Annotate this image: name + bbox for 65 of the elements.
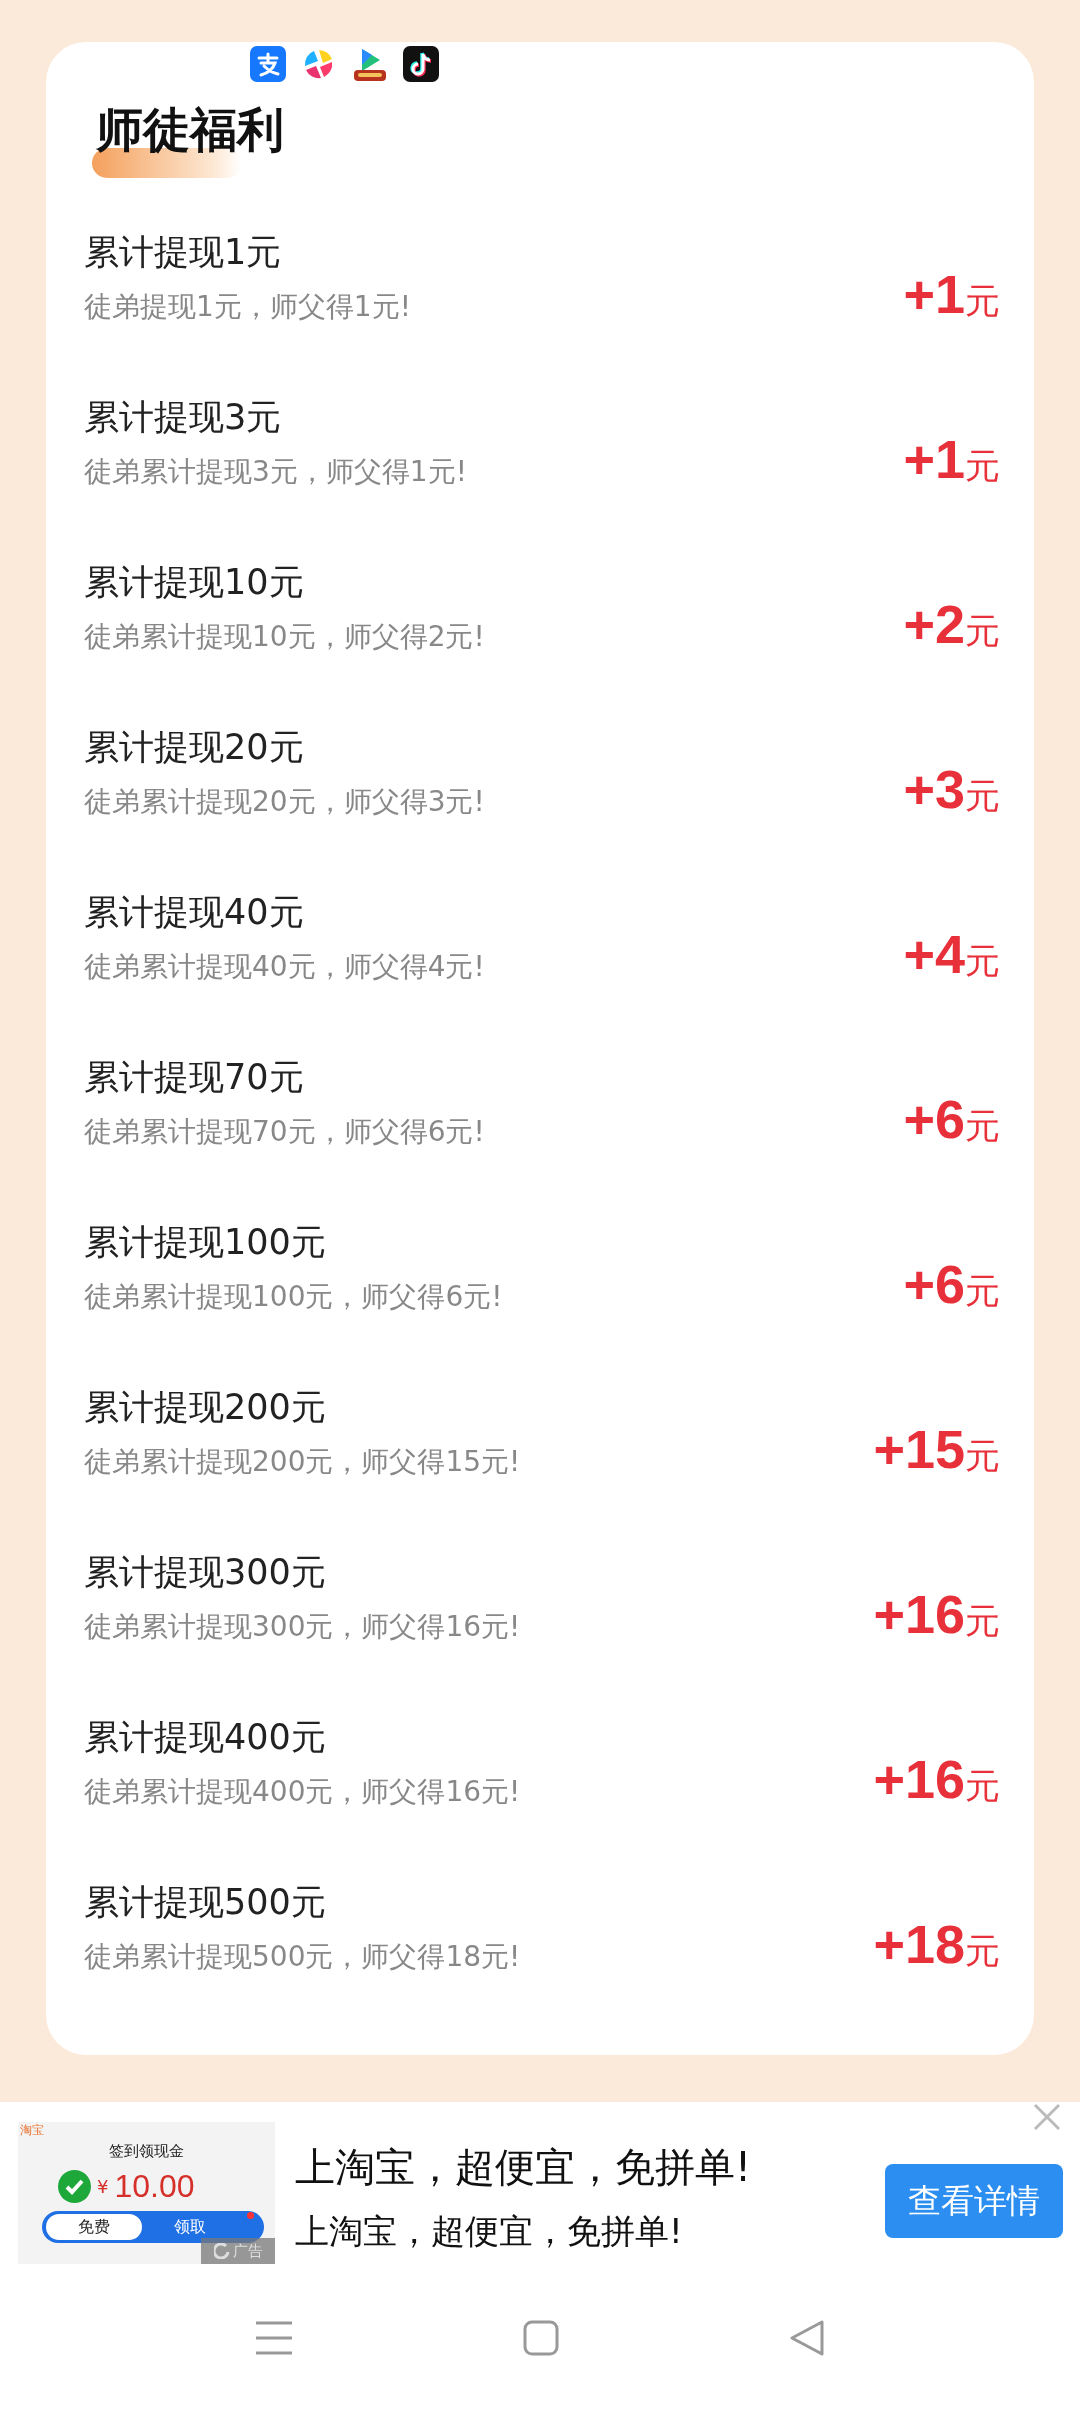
currency-sign: ¥ xyxy=(97,2176,109,2197)
reward-description: 徒弟累计提现10元，师父得2元! xyxy=(84,619,485,656)
currency-unit: 元 xyxy=(965,774,1000,818)
reward-amount: +3 xyxy=(903,757,965,820)
claim-label: 领取 xyxy=(174,2216,206,2238)
reward-description: 徒弟累计提现400元，师父得16元! xyxy=(84,1774,521,1811)
home-icon[interactable] xyxy=(523,2320,559,2356)
reward-title: 累计提现400元 xyxy=(84,1715,326,1759)
menu-icon[interactable] xyxy=(255,2320,293,2356)
cash-amount: 10.00 xyxy=(114,2168,195,2205)
music-note-app-icon xyxy=(403,46,439,82)
reward-description: 徒弟累计提现300元，师父得16元! xyxy=(84,1609,521,1646)
reward-description: 徒弟累计提现40元，师父得4元! xyxy=(84,949,485,986)
reward-amount: +6 xyxy=(903,1252,965,1315)
free-label: 免费 xyxy=(46,2214,142,2240)
reward-amount: +2 xyxy=(903,592,965,655)
ad-tag-label: 广告 xyxy=(232,2241,263,2261)
ad-headline: 上淘宝，超便宜，免拼单! xyxy=(295,2143,752,2192)
currency-unit: 元 xyxy=(965,1269,1000,1313)
reward-title: 累计提现300元 xyxy=(84,1550,326,1594)
ad-subline: 上淘宝，超便宜，免拼单! xyxy=(295,2210,683,2253)
reward-title: 累计提现10元 xyxy=(84,560,304,604)
reward-title: 累计提现1元 xyxy=(84,230,282,274)
section-title: 师徒福利 xyxy=(96,102,284,159)
currency-unit: 元 xyxy=(965,444,1000,488)
reward-title: 累计提现20元 xyxy=(84,725,304,769)
currency-unit: 元 xyxy=(965,1104,1000,1148)
back-icon[interactable] xyxy=(789,2320,825,2356)
reward-amount: +18 xyxy=(873,1912,965,1975)
currency-unit: 元 xyxy=(965,1764,1000,1808)
currency-unit: 元 xyxy=(965,609,1000,653)
currency-unit: 元 xyxy=(965,940,1000,983)
ad-caption: 签到领现金 xyxy=(109,2142,184,2160)
reward-amount: +4 xyxy=(903,922,965,985)
close-icon[interactable] xyxy=(1032,2102,1062,2132)
reward-title: 累计提现40元 xyxy=(84,890,304,934)
check-icon xyxy=(58,2170,91,2203)
reward-title: 累计提现70元 xyxy=(84,1055,304,1099)
wallet-app-icon xyxy=(250,46,286,82)
reward-description: 徒弟提现1元，师父得1元! xyxy=(84,289,411,326)
notification-dot xyxy=(247,2212,254,2219)
reward-description: 徒弟累计提现20元，师父得3元! xyxy=(84,784,485,821)
reward-amount: +15 xyxy=(873,1417,965,1480)
reward-amount: +6 xyxy=(903,1087,965,1150)
reward-description: 徒弟累计提现200元，师父得15元! xyxy=(84,1444,521,1481)
reward-description: 徒弟累计提现3元，师父得1元! xyxy=(84,454,467,491)
reward-amount: +16 xyxy=(873,1582,965,1645)
reward-title: 累计提现500元 xyxy=(84,1880,326,1924)
currency-unit: 元 xyxy=(965,1929,1000,1973)
brand-label: 淘宝 xyxy=(20,2122,44,2139)
currency-unit: 元 xyxy=(965,1434,1000,1478)
reward-title: 累计提现3元 xyxy=(84,395,282,439)
details-button[interactable]: 查看详情 xyxy=(885,2164,1063,2238)
reward-title: 累计提现200元 xyxy=(84,1385,326,1429)
reward-amount: +1 xyxy=(903,427,965,490)
currency-unit: 元 xyxy=(965,1599,1000,1643)
ad-mark-icon xyxy=(213,2243,230,2259)
reward-description: 徒弟累计提现70元，师父得6元! xyxy=(84,1114,485,1151)
reward-amount: +1 xyxy=(903,262,965,325)
reward-title: 累计提现100元 xyxy=(84,1220,326,1264)
reward-amount: +16 xyxy=(873,1747,965,1810)
reward-description: 徒弟累计提现100元，师父得6元! xyxy=(84,1279,503,1316)
reward-description: 徒弟累计提现500元，师父得18元! xyxy=(84,1939,521,1976)
play-app-icon xyxy=(352,46,388,82)
currency-unit: 元 xyxy=(965,279,1000,323)
